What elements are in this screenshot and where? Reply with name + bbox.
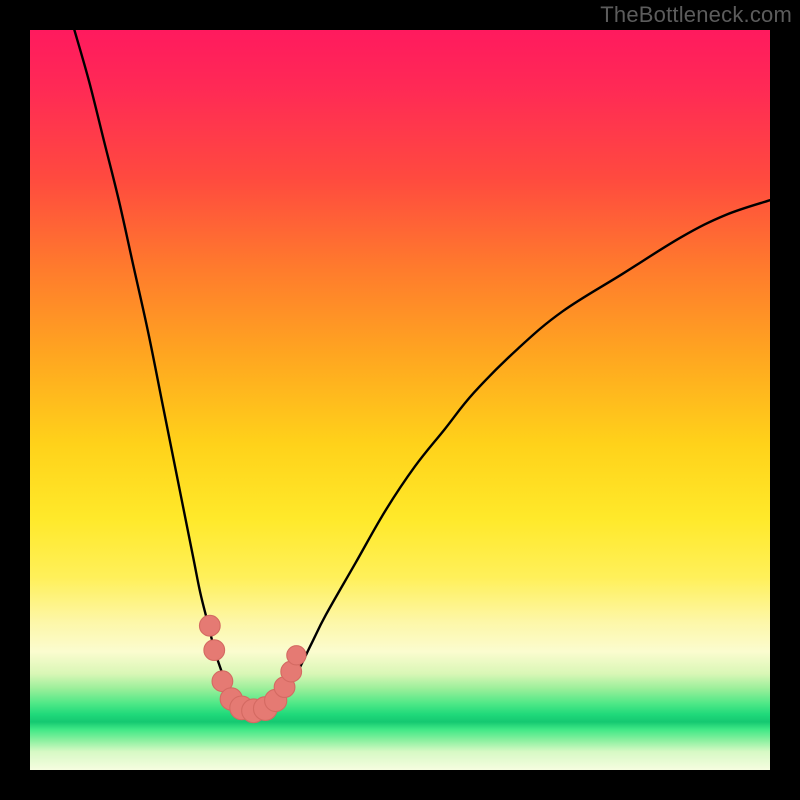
plot-area [30, 30, 770, 770]
watermark-text: TheBottleneck.com [600, 2, 792, 28]
trough-marker [287, 646, 306, 665]
curve-paths [74, 30, 770, 711]
curve-right-branch [237, 200, 770, 711]
chart-frame: TheBottleneck.com [0, 0, 800, 800]
trough-marker [199, 615, 220, 636]
curve-layer [30, 30, 770, 770]
trough-marker [204, 640, 225, 661]
curve-left-branch [74, 30, 237, 707]
trough-markers [199, 615, 306, 722]
